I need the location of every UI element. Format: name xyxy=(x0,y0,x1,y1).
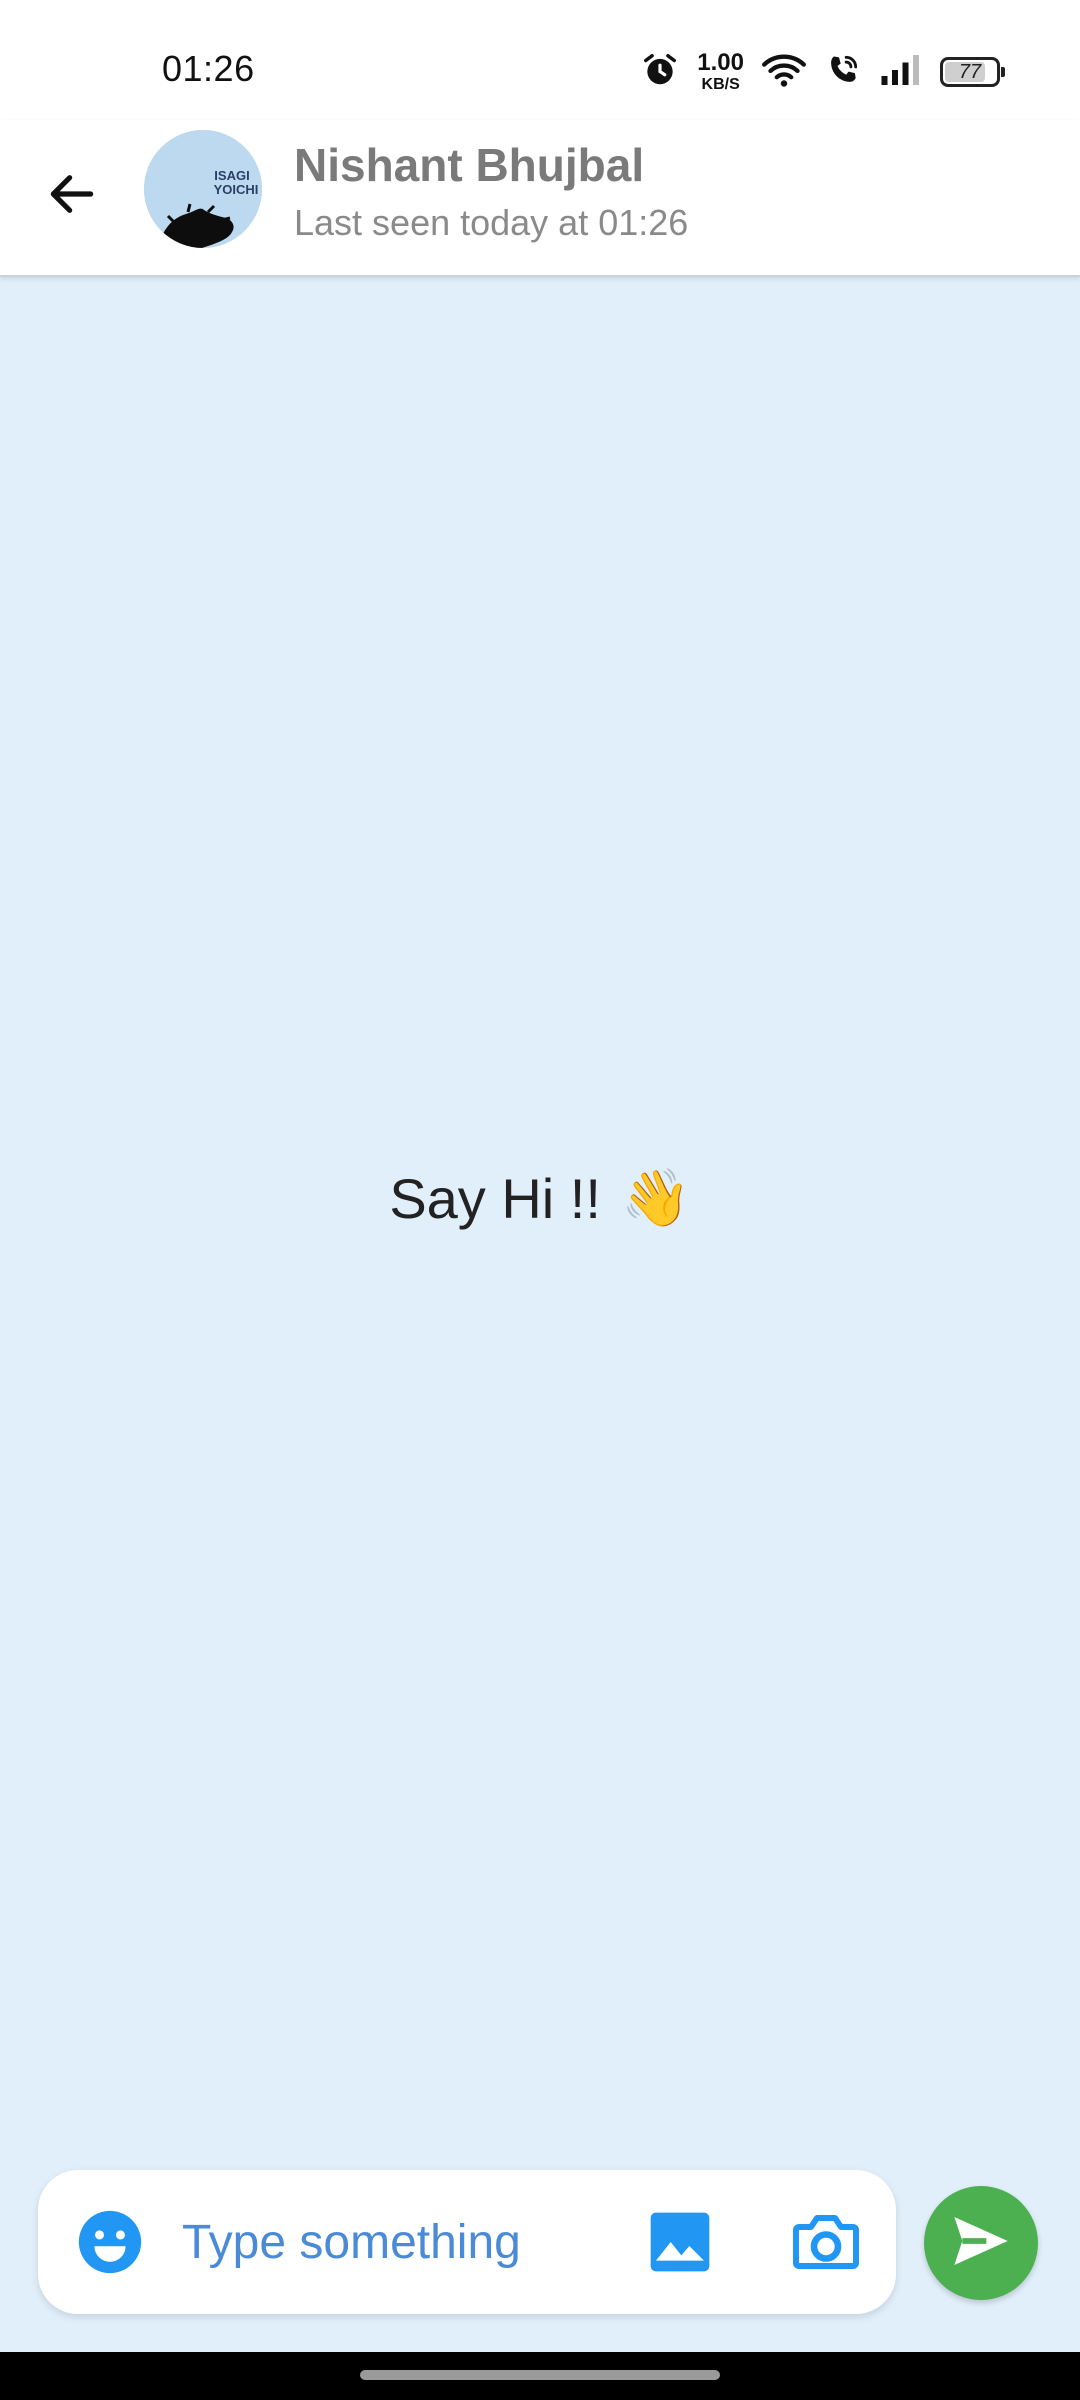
contact-name[interactable]: Nishant Bhujbal xyxy=(294,138,644,192)
network-speed: 1.00 KB/S xyxy=(697,51,744,93)
arrow-left-icon xyxy=(44,166,100,227)
waving-hand-emoji: 👋 xyxy=(620,1166,691,1229)
avatar-image: ISAGI YOICHI xyxy=(144,130,262,248)
chat-header: ISAGI YOICHI Nishant Bhujbal Last seen t… xyxy=(0,120,1080,277)
status-bar: 01:26 1.00 KB/S 77 xyxy=(0,0,1080,120)
battery-icon: 77 xyxy=(940,57,1005,87)
message-input[interactable] xyxy=(182,2196,622,2288)
navigation-bar xyxy=(0,2352,1080,2400)
network-speed-unit: KB/S xyxy=(701,76,740,93)
network-speed-value: 1.00 xyxy=(697,49,744,76)
gallery-button[interactable] xyxy=(648,2210,712,2274)
camera-button[interactable] xyxy=(790,2206,862,2278)
message-composer xyxy=(38,2170,896,2314)
wifi-icon xyxy=(762,52,806,93)
signal-icon xyxy=(880,53,922,92)
status-time: 01:26 xyxy=(162,48,255,89)
alarm-icon xyxy=(641,51,679,94)
send-button[interactable] xyxy=(924,2186,1038,2300)
avatar-text-line-1: ISAGI xyxy=(214,168,249,183)
back-button[interactable] xyxy=(36,160,108,232)
wifi-calling-icon xyxy=(824,51,862,94)
send-icon xyxy=(949,2209,1013,2278)
empty-chat-text: Say Hi !! xyxy=(389,1166,601,1230)
emoji-button[interactable] xyxy=(76,2208,144,2276)
status-icons: 1.00 KB/S 77 xyxy=(641,50,1005,94)
emoji-icon xyxy=(76,2210,144,2280)
battery-level: 77 xyxy=(958,60,982,83)
last-seen-status: Last seen today at 01:26 xyxy=(294,202,689,243)
avatar-text-line-2: YOICHI xyxy=(214,182,259,197)
home-indicator[interactable] xyxy=(360,2370,720,2380)
gallery-icon xyxy=(648,2212,712,2278)
empty-chat-message: Say Hi !! 👋 xyxy=(0,1165,1080,1231)
camera-icon xyxy=(790,2215,862,2282)
avatar[interactable]: ISAGI YOICHI xyxy=(144,130,262,248)
